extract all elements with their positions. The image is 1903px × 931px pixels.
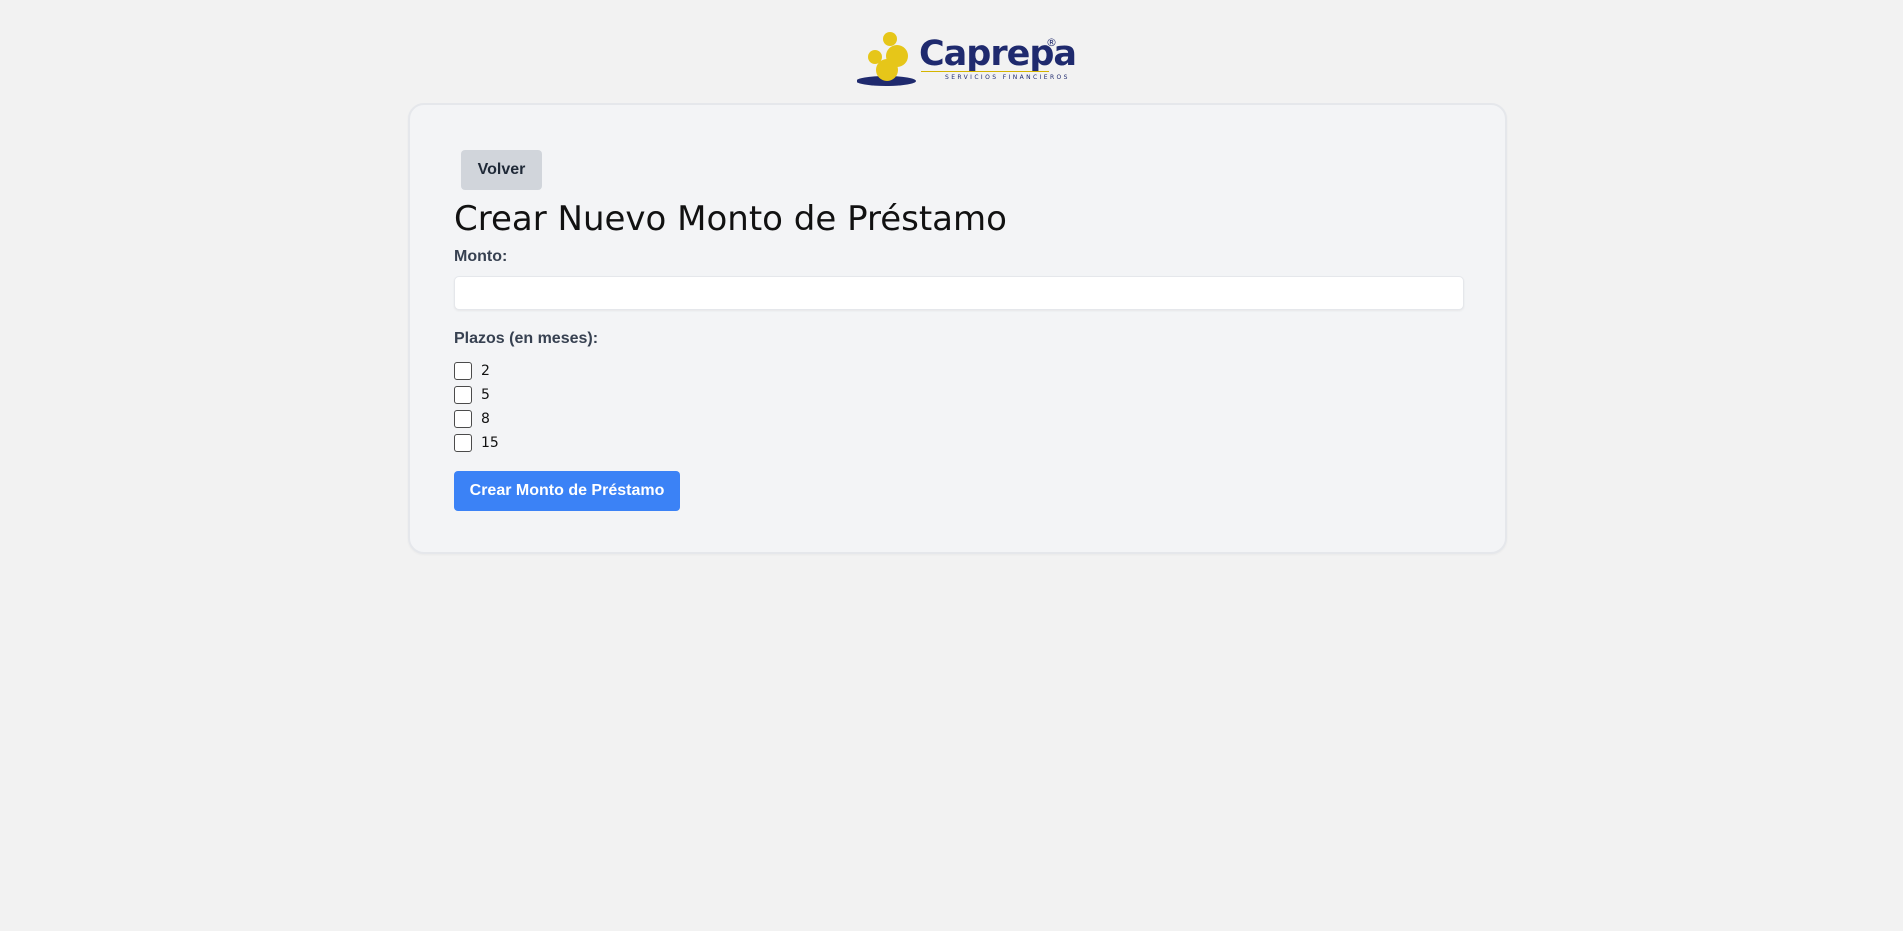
term-option-label: 2 [481,363,490,379]
registered-mark: ® [1046,36,1057,49]
term-option-8[interactable]: 8 [454,407,499,431]
back-button[interactable]: Volver [461,150,542,190]
terms-label: Plazos (en meses): [454,330,599,347]
term-option-5[interactable]: 5 [454,383,499,407]
logo-underline [921,71,1049,72]
form-card: Volver Crear Nuevo Monto de Préstamo Mon… [408,103,1507,554]
term-option-15[interactable]: 15 [454,431,499,455]
amount-input[interactable] [454,276,1464,310]
create-loan-amount-button[interactable]: Crear Monto de Préstamo [454,471,680,511]
term-checkbox[interactable] [454,434,472,452]
term-checkbox[interactable] [454,362,472,380]
term-checkbox[interactable] [454,410,472,428]
brand-logo: Caprepa ® SERVICIOS FINANCIEROS [857,30,1077,86]
amount-label: Monto: [454,248,508,265]
brand-tagline: SERVICIOS FINANCIEROS [945,74,1070,81]
coins-icon [857,32,916,86]
term-option-label: 15 [481,435,499,451]
term-checkbox[interactable] [454,386,472,404]
page-title: Crear Nuevo Monto de Préstamo [454,199,1007,239]
term-option-label: 8 [481,411,490,427]
term-option-2[interactable]: 2 [454,359,499,383]
page: Caprepa ® SERVICIOS FINANCIEROS Volver C… [0,0,1903,931]
terms-options: 2 5 8 15 [454,359,499,455]
term-option-label: 5 [481,387,490,403]
